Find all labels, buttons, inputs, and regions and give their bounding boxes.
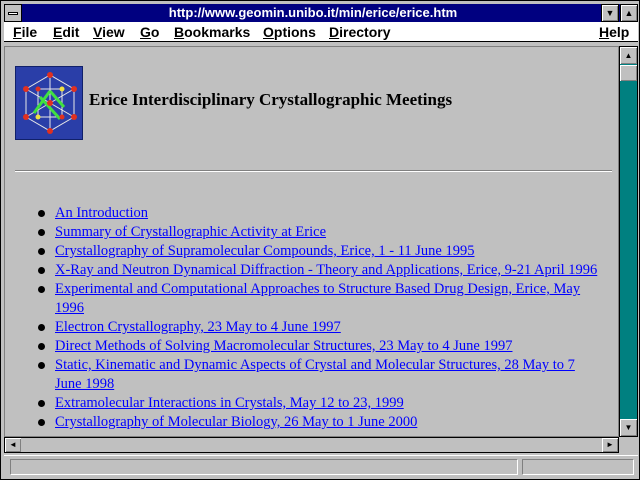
menu-bar: File Edit View Go Bookmarks Options Dire… [4, 22, 638, 42]
list-item: Summary of Crystallographic Activity at … [35, 223, 605, 242]
list-item: Static, Kinematic and Dynamic Aspects of… [35, 356, 605, 394]
horizontal-rule [15, 170, 612, 172]
vertical-scroll-thumb[interactable] [620, 65, 637, 81]
list-item: Crystallography of Supramolecular Compou… [35, 242, 605, 261]
window-title: http://www.geomin.unibo.it/min/erice/eri… [168, 5, 458, 20]
vertical-scrollbar[interactable]: ▲ ▼ [619, 46, 638, 437]
menu-go[interactable]: Go [140, 24, 159, 40]
menu-file[interactable]: File [13, 24, 37, 40]
horizontal-scrollbar[interactable]: ◄ ► [4, 437, 619, 453]
bullet-icon [38, 400, 45, 407]
link-introduction[interactable]: An Introduction [55, 205, 148, 221]
minimize-button[interactable]: ▼ [601, 4, 619, 22]
status-text [10, 459, 518, 475]
maximize-button[interactable]: ▲ [620, 4, 638, 22]
list-item: Electron Crystallography, 23 May to 4 Ju… [35, 318, 605, 337]
scroll-down-button[interactable]: ▼ [620, 419, 637, 436]
bullet-icon [38, 362, 45, 369]
bullet-icon [38, 419, 45, 426]
content-area[interactable]: Erice Interdisciplinary Crystallographic… [4, 46, 619, 437]
menu-directory[interactable]: Directory [329, 24, 390, 40]
link-drug-design-1996[interactable]: Experimental and Computational Approache… [55, 281, 580, 316]
list-item: Direct Methods of Solving Macromolecular… [35, 337, 605, 356]
bullet-icon [38, 343, 45, 350]
link-extramolecular-1999[interactable]: Extramolecular Interactions in Crystals,… [55, 395, 404, 411]
link-molecular-biology-2000[interactable]: Crystallography of Molecular Biology, 26… [55, 414, 417, 430]
menu-edit[interactable]: Edit [53, 24, 79, 40]
link-electron-crystallography-1997[interactable]: Electron Crystallography, 23 May to 4 Ju… [55, 319, 341, 335]
link-summary[interactable]: Summary of Crystallographic Activity at … [55, 224, 326, 240]
list-item: An Introduction [35, 204, 605, 223]
menu-options[interactable]: Options [263, 24, 316, 40]
system-menu-button[interactable] [4, 4, 22, 22]
scroll-left-button[interactable]: ◄ [5, 438, 21, 452]
list-item: X-Ray and Neutron Dynamical Diffraction … [35, 261, 605, 280]
bullet-icon [38, 248, 45, 255]
crystal-lattice-icon [15, 66, 83, 140]
horizontal-scroll-track[interactable] [21, 438, 602, 452]
menu-view[interactable]: View [93, 24, 125, 40]
link-direct-methods-1997[interactable]: Direct Methods of Solving Macromolecular… [55, 338, 512, 354]
progress-indicator [522, 459, 634, 475]
bullet-icon [38, 267, 45, 274]
browser-window: http://www.geomin.unibo.it/min/erice/eri… [0, 0, 640, 480]
bullet-icon [38, 229, 45, 236]
title-bar[interactable]: http://www.geomin.unibo.it/min/erice/eri… [4, 4, 638, 22]
menu-help[interactable]: Help [599, 24, 629, 40]
list-item: Experimental and Computational Approache… [35, 280, 605, 318]
link-supramolecular-1995[interactable]: Crystallography of Supramolecular Compou… [55, 243, 474, 259]
list-item: Crystallography of Molecular Biology, 26… [35, 413, 605, 432]
scroll-up-button[interactable]: ▲ [620, 47, 637, 64]
menu-bookmarks[interactable]: Bookmarks [174, 24, 250, 40]
status-bar [4, 455, 638, 477]
bullet-icon [38, 210, 45, 217]
page-header: Erice Interdisciplinary Crystallographic… [15, 66, 610, 144]
meetings-list: An Introduction Summary of Crystallograp… [35, 204, 605, 432]
page-title: Erice Interdisciplinary Crystallographic… [89, 90, 453, 109]
link-static-kinematic-1998[interactable]: Static, Kinematic and Dynamic Aspects of… [55, 357, 575, 392]
bullet-icon [38, 286, 45, 293]
link-dynamical-diffraction-1996[interactable]: X-Ray and Neutron Dynamical Diffraction … [55, 262, 597, 278]
bullet-icon [38, 324, 45, 331]
scroll-right-button[interactable]: ► [602, 438, 618, 452]
list-item: Extramolecular Interactions in Crystals,… [35, 394, 605, 413]
